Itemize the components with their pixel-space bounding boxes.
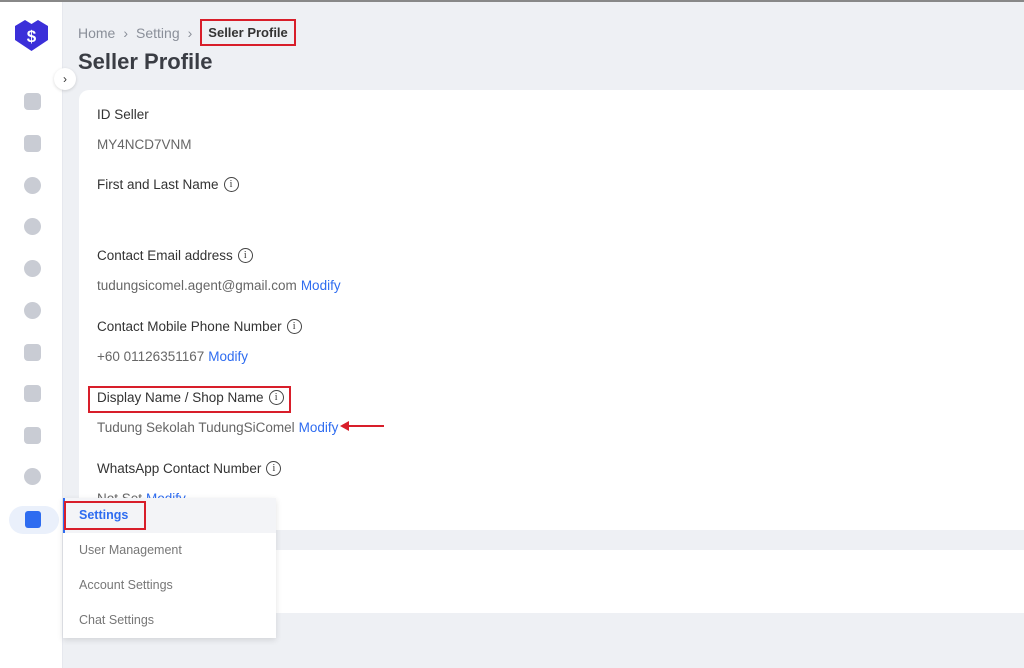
field-label: WhatsApp Contact Number: [97, 461, 262, 476]
modify-phone-link[interactable]: Modify: [208, 349, 248, 364]
logo-icon: $: [15, 20, 48, 51]
highlight-box: [64, 501, 146, 530]
field-value: Tudung Sekolah TudungSiComel: [97, 420, 295, 435]
field-label: ID Seller: [97, 107, 149, 122]
breadcrumb-home[interactable]: Home: [78, 25, 115, 41]
analytics-icon[interactable]: [24, 177, 41, 194]
info-icon[interactable]: i: [237, 248, 253, 263]
menu-item-user-management[interactable]: User Management: [63, 533, 276, 568]
field-value: +60 01126351167: [97, 349, 205, 364]
finance-icon[interactable]: [24, 260, 41, 277]
chevron-right-icon: ›: [187, 24, 193, 41]
product-icon[interactable]: [24, 344, 41, 361]
modify-shop-name-link[interactable]: Modify: [299, 420, 339, 435]
field-value: MY4NCD7VNM: [97, 137, 192, 152]
field-label: First and Last Name: [97, 177, 219, 192]
field-label: Contact Email address: [97, 248, 233, 263]
breadcrumb-setting[interactable]: Setting: [136, 25, 180, 41]
field-email: Contact Email address i tudungsicomel.age…: [97, 248, 341, 293]
info-icon[interactable]: i: [266, 461, 282, 476]
info-icon[interactable]: i: [286, 319, 302, 334]
modify-email-link[interactable]: Modify: [301, 278, 341, 293]
page-title: Seller Profile: [78, 49, 213, 74]
sidebar: $: [0, 2, 63, 668]
help-icon[interactable]: [24, 468, 41, 485]
field-name: First and Last Name i: [97, 177, 239, 192]
field-id-seller: ID Seller MY4NCD7VNM: [97, 107, 192, 152]
field-label: Contact Mobile Phone Number: [97, 319, 282, 334]
menu-item-account-settings[interactable]: Account Settings: [63, 568, 276, 603]
chevron-right-icon: ›: [123, 24, 129, 41]
field-value: tudungsicomel.agent@gmail.com: [97, 278, 297, 293]
user-icon[interactable]: [25, 511, 41, 528]
info-icon[interactable]: i: [223, 177, 239, 192]
svg-text:$: $: [27, 27, 37, 46]
window-top-border: [0, 0, 1024, 2]
menu-item-chat-settings[interactable]: Chat Settings: [63, 603, 276, 638]
orders-icon[interactable]: [24, 135, 41, 152]
shop-icon[interactable]: [24, 93, 41, 110]
expand-sidebar-button[interactable]: ›: [54, 68, 76, 90]
arrow-annotation: [340, 421, 384, 431]
marketing-icon[interactable]: [24, 302, 41, 319]
wallet-icon[interactable]: [24, 427, 41, 444]
highlight-box: [88, 386, 291, 413]
field-phone: Contact Mobile Phone Number i +60 0112635…: [97, 319, 302, 364]
data-icon[interactable]: [24, 218, 41, 235]
store-icon[interactable]: [24, 385, 41, 402]
breadcrumb-current: Seller Profile: [200, 19, 296, 46]
breadcrumb: Home › Setting › Seller Profile: [78, 19, 296, 46]
